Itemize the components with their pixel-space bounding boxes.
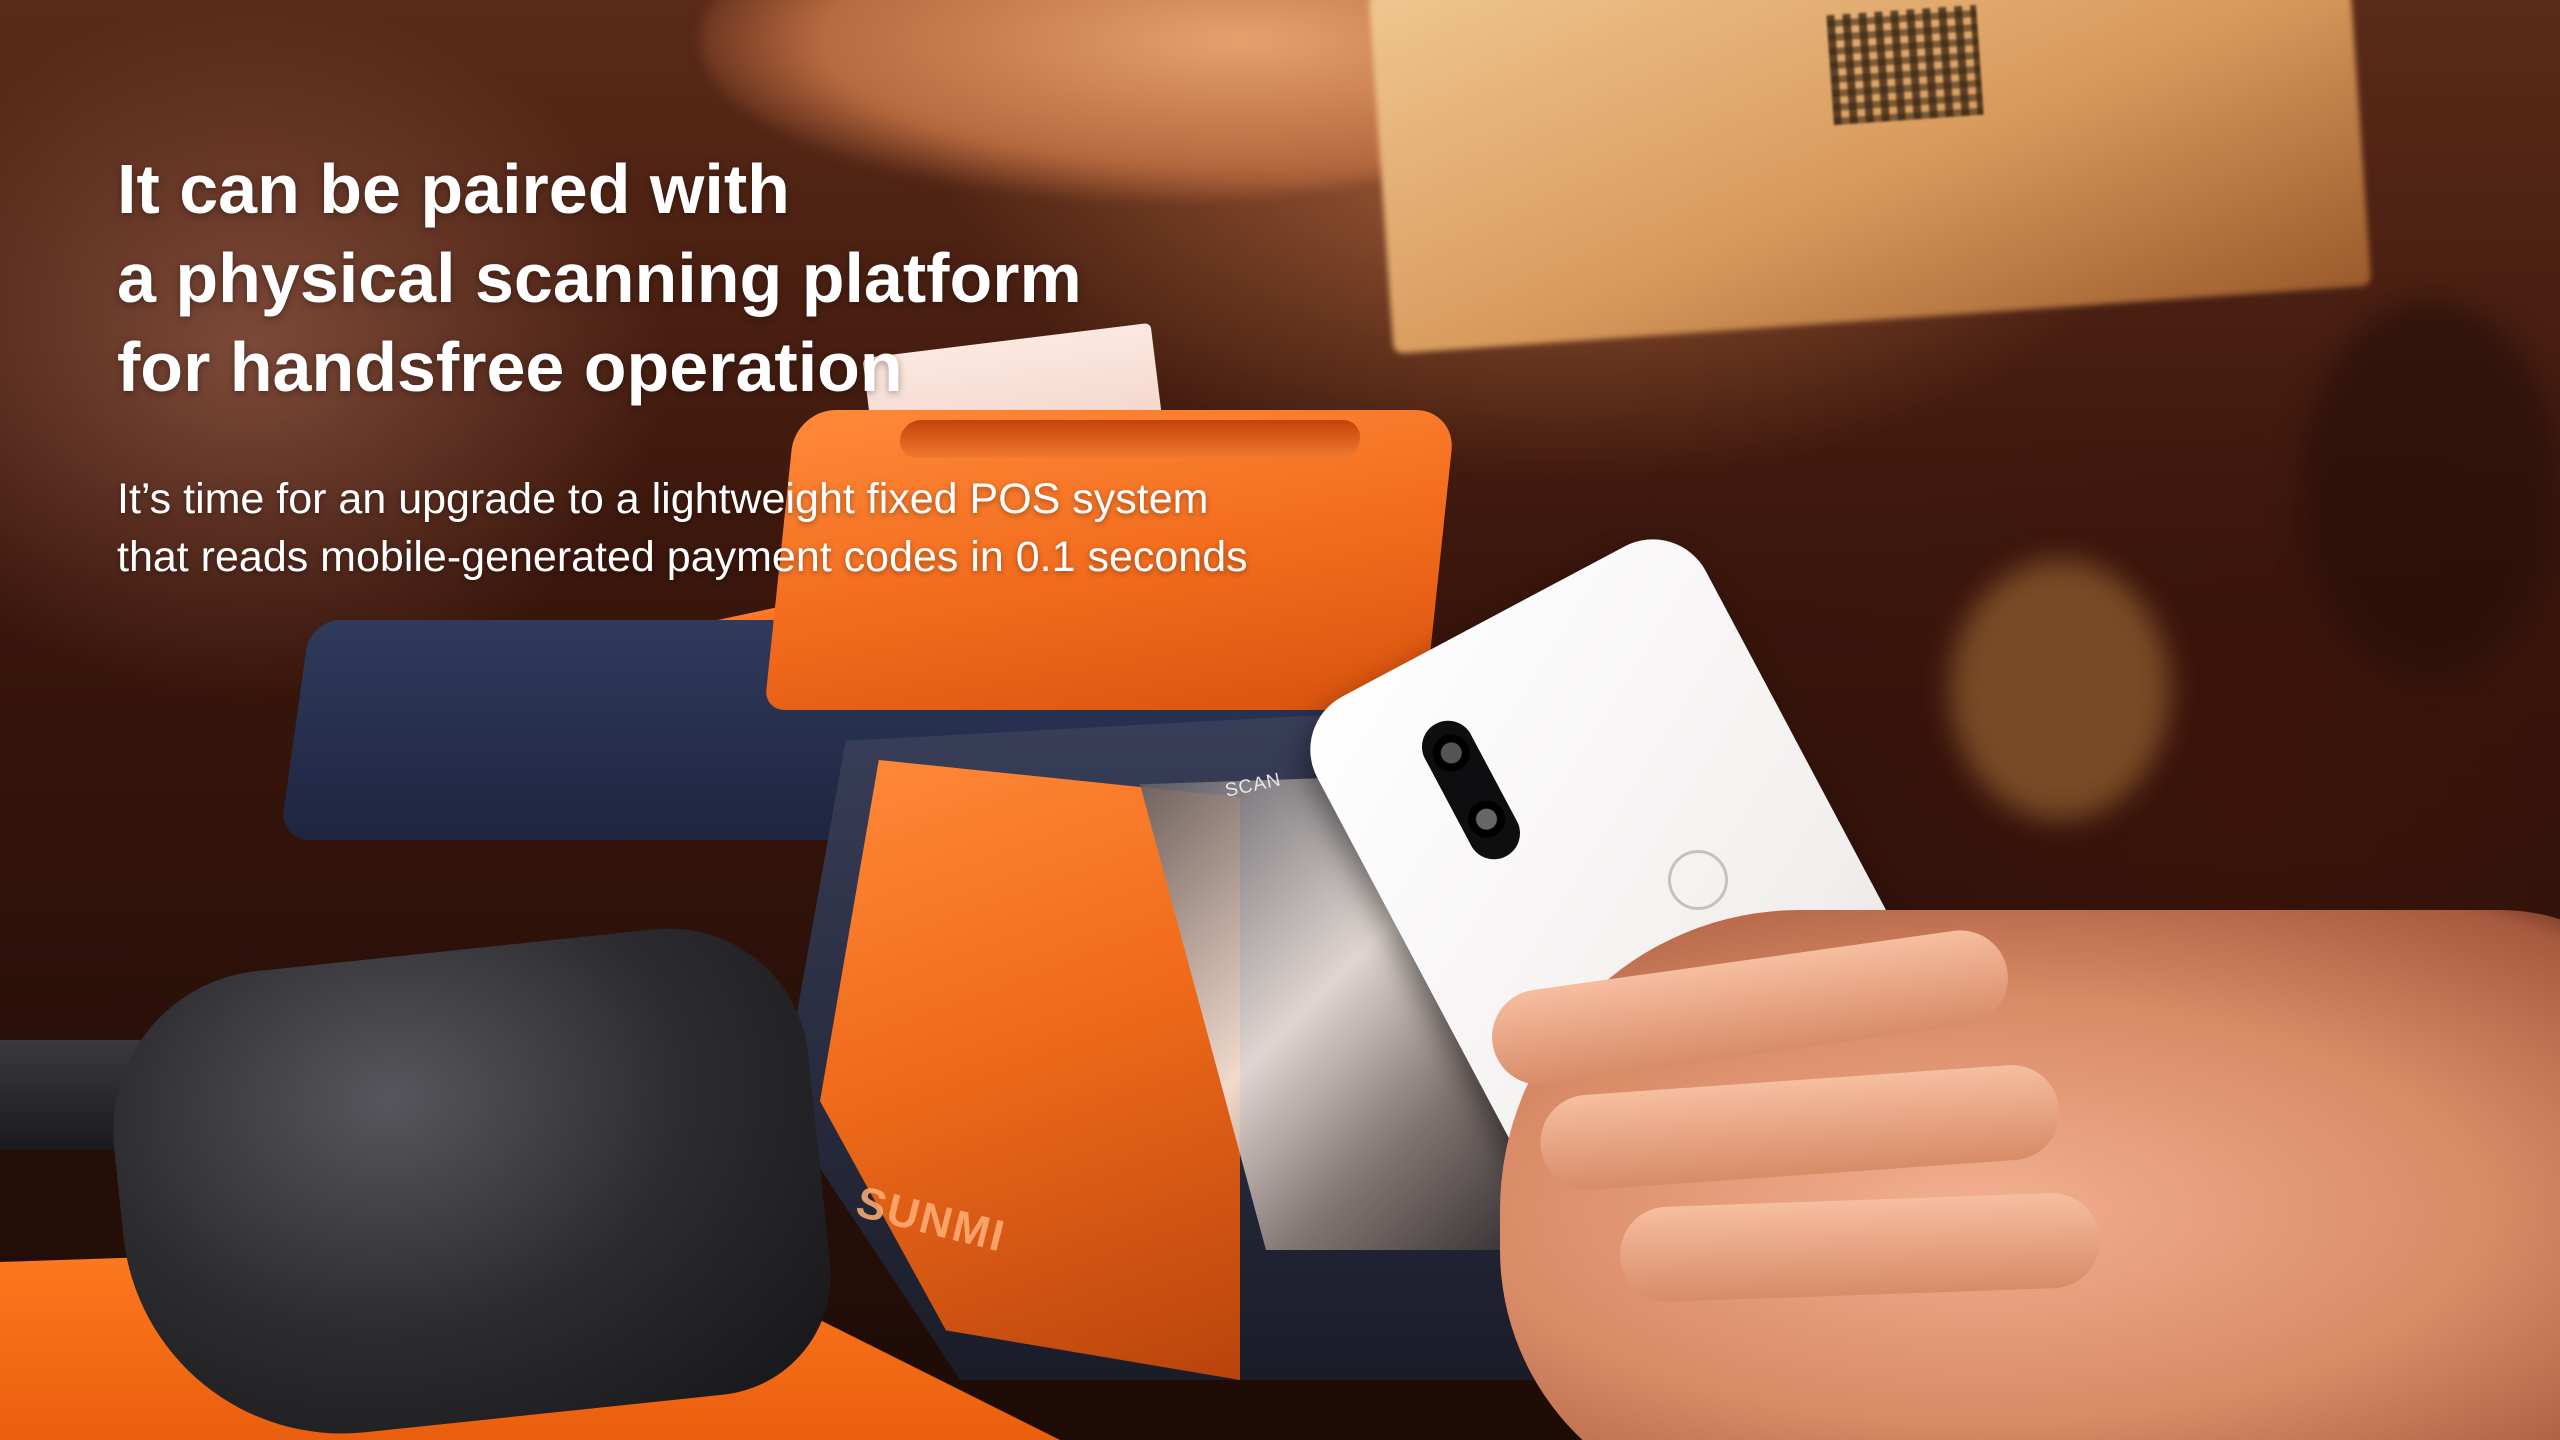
headline-line: for handsfree operation	[117, 328, 903, 406]
bag-qr-code	[1826, 4, 1984, 126]
fingerprint-sensor	[1668, 850, 1728, 910]
subheadline: It’s time for an upgrade to a lightweigh…	[117, 470, 1617, 586]
printer-slot	[898, 420, 1362, 458]
bokeh-light	[1950, 560, 2170, 820]
headline-line: a physical scanning platform	[117, 239, 1082, 317]
headline: It can be paired with a physical scannin…	[117, 145, 1517, 412]
subheadline-line: It’s time for an upgrade to a lightweigh…	[117, 475, 1209, 523]
finger	[1618, 1191, 2102, 1304]
bokeh-light	[2300, 300, 2560, 680]
headline-line: It can be paired with	[117, 150, 790, 228]
handheld-scanner	[97, 914, 843, 1440]
subheadline-line: that reads mobile-generated payment code…	[117, 533, 1248, 581]
